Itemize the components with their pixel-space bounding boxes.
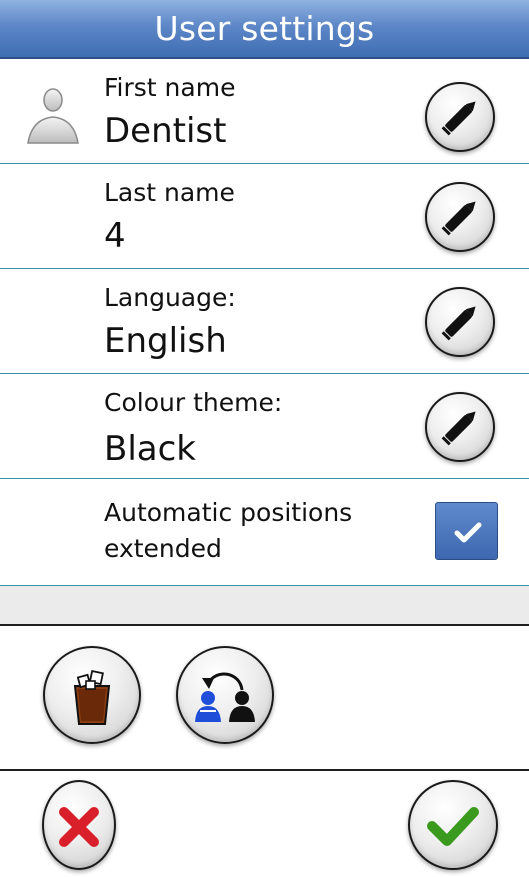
title-bar: User settings — [0, 0, 529, 59]
switch-user-button[interactable] — [176, 646, 274, 744]
first-name-row: First name Dentist — [0, 59, 529, 164]
spacer-band — [0, 586, 529, 626]
last-name-row: Last name 4 — [0, 164, 529, 269]
language-row: Language: English — [0, 269, 529, 374]
switch-user-icon — [195, 672, 255, 722]
automatic-positions-label-line1: Automatic positions — [104, 498, 353, 527]
last-name-value: 4 — [104, 216, 126, 256]
pencil-icon — [441, 411, 476, 446]
language-label: Language: — [104, 283, 236, 312]
colour-theme-row: Colour theme: Black — [0, 374, 529, 479]
last-name-label: Last name — [104, 178, 235, 207]
edit-colour-theme-button[interactable] — [425, 392, 495, 462]
colour-theme-label: Colour theme: — [104, 388, 283, 417]
automatic-positions-label-line2: extended — [104, 534, 222, 563]
confirm-button[interactable] — [408, 780, 498, 870]
language-value: English — [104, 321, 227, 361]
pencil-icon — [441, 306, 476, 341]
edit-first-name-button[interactable] — [425, 82, 495, 152]
edit-language-button[interactable] — [425, 287, 495, 357]
checkmark-icon — [454, 522, 482, 543]
first-name-label: First name — [104, 73, 236, 102]
page-title: User settings — [154, 9, 375, 48]
pencil-icon — [441, 201, 476, 236]
pencil-icon — [441, 101, 476, 136]
first-name-value: Dentist — [104, 111, 227, 151]
footer-divider — [0, 769, 529, 771]
colour-theme-value: Black — [104, 429, 196, 469]
edit-last-name-button[interactable] — [425, 182, 495, 252]
delete-user-button[interactable] — [43, 646, 141, 744]
trash-bin-icon — [73, 670, 111, 725]
cancel-button[interactable] — [42, 780, 116, 870]
automatic-positions-checkbox[interactable] — [435, 502, 498, 560]
green-check-icon — [427, 807, 479, 846]
red-x-icon — [59, 807, 99, 847]
